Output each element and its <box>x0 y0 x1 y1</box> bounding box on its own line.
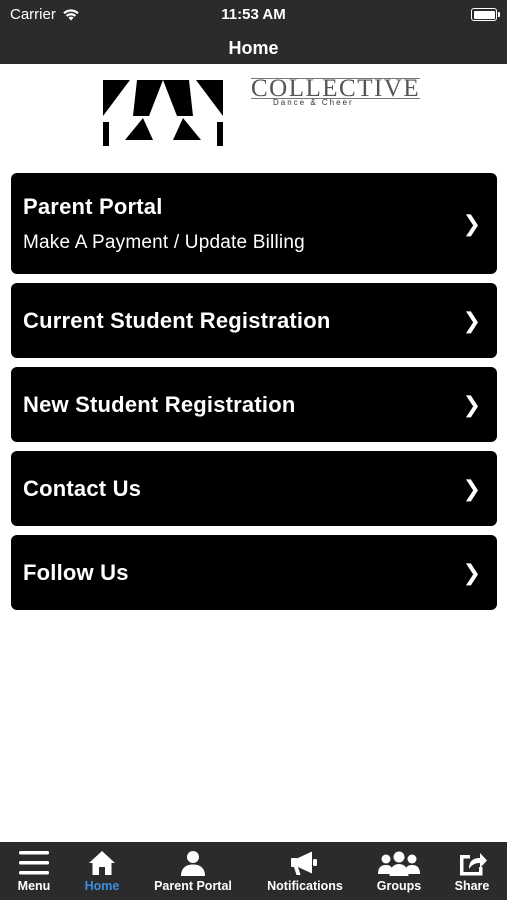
tab-parent-portal[interactable]: Parent Portal <box>148 842 238 900</box>
chevron-right-icon: ❯ <box>462 475 481 501</box>
menu-item-title: New Student Registration <box>23 391 296 417</box>
megaphone-icon <box>291 851 317 875</box>
person-icon <box>181 851 205 876</box>
group-icon <box>378 851 420 876</box>
parent-portal-button[interactable]: Parent Portal Make A Payment / Update Bi… <box>11 173 497 274</box>
logo: COLLECTIVE Dance & Cheer <box>0 64 507 160</box>
contact-us-button[interactable]: Contact Us ❯ <box>11 451 497 526</box>
tab-notifications[interactable]: Notifications <box>260 842 350 900</box>
page-title: Home <box>228 38 279 58</box>
share-icon <box>460 853 487 876</box>
battery-icon <box>471 8 500 21</box>
menu-item-title: Current Student Registration <box>23 307 331 333</box>
follow-us-button[interactable]: Follow Us ❯ <box>11 535 497 610</box>
menu-item-title: Parent Portal <box>23 193 163 219</box>
nav-bar: Home <box>0 30 507 64</box>
chevron-right-icon: ❯ <box>462 559 481 585</box>
home-icon <box>89 851 115 875</box>
tab-menu[interactable]: Menu <box>4 842 64 900</box>
tab-label: Notifications <box>267 879 343 893</box>
current-student-registration-button[interactable]: Current Student Registration ❯ <box>11 283 497 358</box>
tab-share[interactable]: Share <box>442 842 502 900</box>
chevron-right-icon: ❯ <box>462 210 481 236</box>
tab-label: Parent Portal <box>154 879 232 893</box>
home-menu: Parent Portal Make A Payment / Update Bi… <box>11 173 497 619</box>
status-time: 11:53 AM <box>221 6 286 23</box>
tab-label: Share <box>454 879 490 893</box>
menu-item-title: Follow Us <box>23 559 129 585</box>
new-student-registration-button[interactable]: New Student Registration ❯ <box>11 367 497 442</box>
tab-groups[interactable]: Groups <box>369 842 429 900</box>
chevron-right-icon: ❯ <box>462 307 481 333</box>
logo-mark-icon <box>103 80 223 146</box>
tab-label: Menu <box>17 879 51 893</box>
logo-text: COLLECTIVE Dance & Cheer <box>251 75 421 107</box>
tab-label: Home <box>84 879 120 893</box>
hamburger-icon <box>19 851 49 875</box>
tab-label: Groups <box>376 879 422 893</box>
chevron-right-icon: ❯ <box>462 391 481 417</box>
logo-wordmark: COLLECTIVE <box>251 75 421 102</box>
menu-item-subtitle: Make A Payment / Update Billing <box>23 231 305 253</box>
tab-bar: Menu Home Parent Portal Notifications Gr… <box>0 842 507 900</box>
tab-home[interactable]: Home <box>72 842 132 900</box>
status-bar: Carrier 11:53 AM <box>0 0 507 30</box>
menu-item-title: Contact Us <box>23 475 142 501</box>
